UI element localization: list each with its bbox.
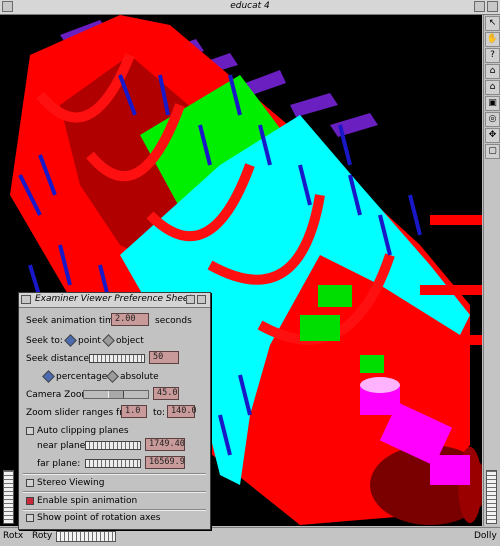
view-icon[interactable]: ✋	[485, 32, 500, 47]
slider-thumb[interactable]	[108, 391, 124, 398]
percentage-label: percentage	[56, 372, 108, 382]
camera-zoom-slider[interactable]	[83, 390, 149, 399]
rotx-label: Rotx	[3, 531, 24, 541]
radio-selected-icon	[42, 370, 55, 383]
auto-clip-label: Auto clipping planes	[37, 426, 129, 436]
roty-label: Roty	[32, 531, 53, 541]
absolute-radio[interactable]: absolute	[105, 370, 159, 383]
seek-to-point-label: point	[78, 336, 101, 346]
window-title: educat 4	[230, 1, 270, 11]
dialog-title-bar[interactable]: Examiner Viewer Preference Sheet	[19, 293, 210, 308]
pick-arrow-icon[interactable]: ↖	[485, 16, 500, 31]
view-all-icon[interactable]: ▣	[485, 96, 500, 111]
camera-zoom-field[interactable]: 45.0	[153, 387, 179, 400]
title-bar[interactable]: educat 4	[0, 0, 500, 15]
radio-icon	[102, 334, 115, 347]
rotation-axes-label: Show point of rotation axes	[37, 513, 161, 523]
viewer-toolbar: ↖ ✋ ? ⌂ ⌂ ▣ ◎ ✥ ▢	[483, 15, 500, 526]
separator	[23, 473, 206, 475]
seek-time-label: Seek animation time:	[26, 316, 123, 326]
stereo-label: Stereo Viewing	[37, 478, 105, 488]
help-icon[interactable]: ?	[485, 48, 500, 63]
seek-to-label: Seek to:	[26, 336, 63, 346]
seek-to-object-label: object	[116, 336, 144, 346]
dolly-thumbwheel[interactable]	[486, 470, 497, 524]
separator	[23, 509, 206, 511]
rotation-axes-checkbox[interactable]	[26, 514, 34, 522]
seek-icon[interactable]: ◎	[485, 112, 500, 127]
dialog-menu-button[interactable]	[21, 295, 31, 304]
seek-to-point-radio[interactable]: point	[63, 334, 101, 347]
seek-distance-field[interactable]: 50	[149, 351, 179, 364]
percentage-radio[interactable]: percentage	[41, 370, 108, 383]
near-plane-field[interactable]: 1749.40	[145, 438, 185, 451]
zoom-from-field[interactable]: 1.0	[121, 405, 147, 418]
roty-thumbwheel[interactable]	[56, 531, 116, 542]
far-plane-label: far plane:	[37, 459, 81, 469]
set-home-icon[interactable]: ⌂	[485, 80, 500, 95]
far-plane-wheel[interactable]	[85, 459, 141, 468]
near-plane-label: near plane:	[37, 441, 89, 451]
far-plane-field[interactable]: 16569.9	[145, 456, 185, 469]
seek-time-field[interactable]: 2.00	[111, 313, 149, 326]
seek-time-units: seconds	[155, 316, 192, 326]
dialog-maximize-button[interactable]	[197, 295, 206, 304]
minimize-button[interactable]	[474, 1, 485, 12]
dialog-minimize-button[interactable]	[186, 295, 195, 304]
radio-icon	[106, 370, 119, 383]
radio-selected-icon	[64, 334, 77, 347]
separator	[23, 491, 206, 493]
dolly-label: Dolly	[474, 531, 497, 541]
rotx-thumbwheel[interactable]	[3, 470, 14, 524]
stereo-checkbox[interactable]	[26, 479, 34, 487]
dialog-title: Examiner Viewer Preference Sheet	[35, 294, 192, 304]
near-plane-wheel[interactable]	[85, 441, 141, 450]
spin-animation-label: Enable spin animation	[37, 496, 138, 506]
absolute-label: absolute	[120, 372, 159, 382]
preference-dialog: Examiner Viewer Preference Sheet Seek an…	[18, 292, 211, 530]
seek-to-object-radio[interactable]: object	[101, 334, 144, 347]
auto-clip-checkbox[interactable]	[26, 427, 34, 435]
spin-animation-checkbox[interactable]	[26, 497, 34, 505]
perspective-icon[interactable]: ✥	[485, 128, 500, 143]
seek-distance-wheel[interactable]	[89, 354, 145, 363]
projection-icon[interactable]: ▢	[485, 144, 500, 159]
home-icon[interactable]: ⌂	[485, 64, 500, 79]
zoom-to-label: to:	[153, 408, 166, 418]
maximize-button[interactable]	[487, 1, 498, 12]
seek-distance-label: Seek distance:	[26, 354, 93, 364]
zoom-to-field[interactable]: 140.0	[167, 405, 197, 418]
